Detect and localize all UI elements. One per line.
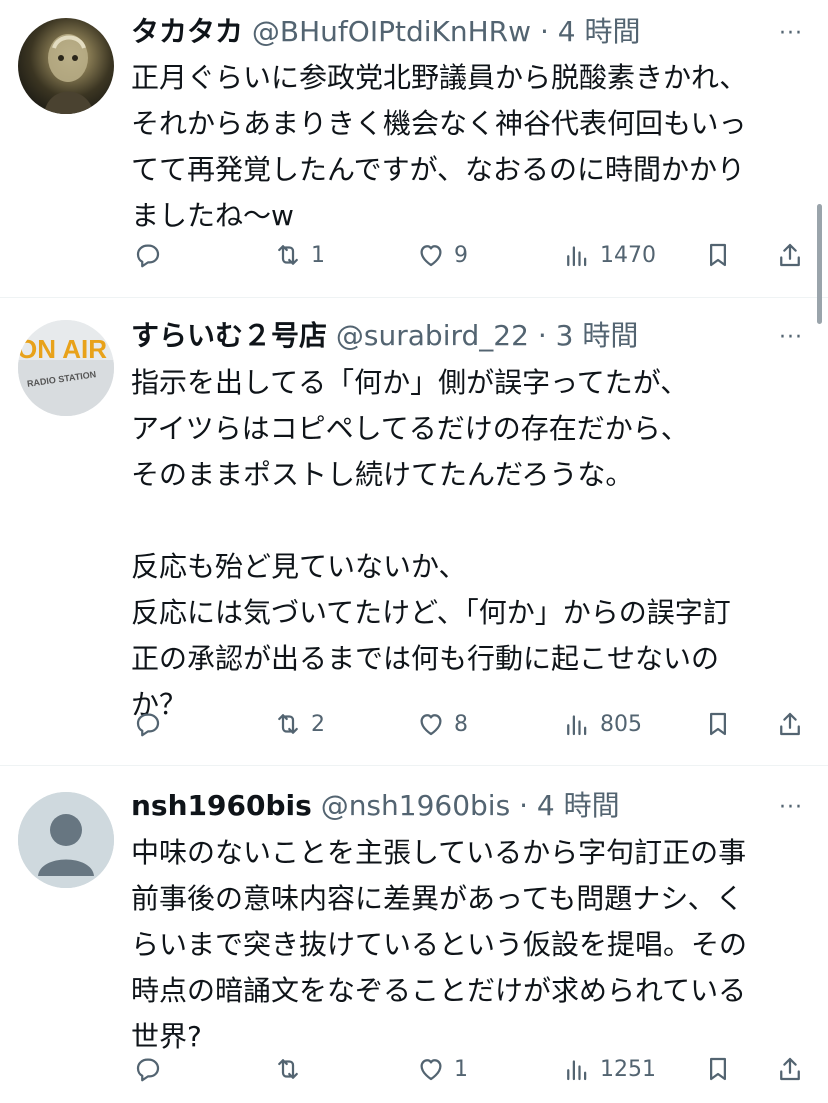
display-name[interactable]: タカタカ: [131, 15, 243, 48]
retweet-button[interactable]: [273, 1049, 311, 1089]
views-icon: [567, 1060, 587, 1081]
like-count: 1: [454, 1056, 468, 1082]
views-icon: [567, 246, 587, 267]
tweet[interactable]: ON AIR RADIO STATION すらいむ２号店 @surabird_2…: [0, 298, 828, 766]
avatar-image: [44, 34, 94, 114]
retweet-count: 2: [311, 711, 325, 737]
like-button[interactable]: 9: [416, 235, 468, 275]
heart-icon: [420, 714, 442, 736]
more-options-icon[interactable]: ···: [776, 327, 806, 349]
views-button[interactable]: 1251: [562, 1049, 656, 1089]
user-handle[interactable]: @nsh1960bis: [321, 789, 510, 822]
like-button[interactable]: 1: [416, 1049, 468, 1089]
view-count: 1470: [600, 242, 656, 268]
user-handle[interactable]: @surabird_22: [336, 319, 529, 352]
retweet-count: 1: [311, 242, 325, 268]
more-options-icon[interactable]: ···: [776, 23, 806, 45]
reply-icon: [136, 244, 160, 268]
tweet[interactable]: タカタカ @BHufOIPtdiKnHRw · 4 時間 ··· 正月ぐらいに参…: [0, 0, 828, 298]
heart-icon: [420, 245, 442, 267]
views-button[interactable]: 805: [562, 704, 642, 744]
share-icon: [780, 1057, 800, 1081]
tweet-text: 指示を出してる「何か」側が誤字ってたが、 アイツらはコピペしてるだけの存在だから…: [131, 366, 731, 721]
action-bar: 1 1251: [0, 1049, 828, 1089]
views-icon: [567, 715, 587, 736]
retweet-button[interactable]: 2: [273, 704, 325, 744]
display-name[interactable]: nsh1960bis: [131, 789, 312, 822]
separator-dot: ·: [519, 789, 528, 822]
action-bar: 2 8 805: [0, 704, 828, 744]
separator-dot: ·: [539, 15, 549, 48]
separator-dot: ·: [537, 319, 547, 352]
reply-button[interactable]: [133, 704, 171, 744]
retweet-button[interactable]: 1: [273, 235, 325, 275]
timestamp[interactable]: 4 時間: [558, 15, 641, 48]
tweet[interactable]: nsh1960bis @nsh1960bis · 4 時間 ··· 中味のないこ…: [0, 766, 828, 1103]
view-count: 805: [600, 711, 642, 737]
scrollbar[interactable]: [817, 204, 822, 324]
reply-button[interactable]: [133, 1049, 171, 1089]
more-options-icon[interactable]: ···: [776, 797, 806, 819]
bookmark-button[interactable]: [703, 704, 733, 744]
like-count: 8: [454, 711, 468, 737]
share-button[interactable]: [775, 704, 805, 744]
retweet-icon: [278, 245, 298, 265]
tweet-header: すらいむ２号店 @surabird_22 · 3 時間: [131, 316, 768, 356]
default-profile-icon: [18, 792, 114, 888]
tweet-header: タカタカ @BHufOIPtdiKnHRw · 4 時間: [131, 12, 768, 52]
like-button[interactable]: 8: [416, 704, 468, 744]
bookmark-icon: [710, 712, 726, 736]
avatar-logo-text: ON AIR: [18, 334, 107, 364]
like-count: 9: [454, 242, 468, 268]
reply-icon: [136, 1058, 160, 1082]
user-handle[interactable]: @BHufOIPtdiKnHRw: [252, 15, 531, 48]
avatar[interactable]: [18, 18, 114, 114]
tweet-text: 中味のないことを主張しているから字句訂正の事 前事後の意味内容に差異があっても問…: [131, 836, 748, 1053]
heart-icon: [420, 1059, 442, 1081]
timestamp[interactable]: 3 時間: [556, 319, 639, 352]
views-button[interactable]: 1470: [562, 235, 656, 275]
share-button[interactable]: [775, 235, 805, 275]
share-icon: [780, 243, 800, 267]
bookmark-button[interactable]: [703, 1049, 733, 1089]
timestamp[interactable]: 4 時間: [537, 789, 620, 822]
display-name[interactable]: すらいむ２号店: [131, 319, 327, 352]
reply-button[interactable]: [133, 235, 171, 275]
view-count: 1251: [600, 1056, 656, 1082]
avatar-image: ON AIR RADIO STATION: [18, 320, 114, 416]
bookmark-icon: [710, 243, 726, 267]
bookmark-icon: [710, 1057, 726, 1081]
share-icon: [780, 712, 800, 736]
tweet-text: 正月ぐらいに参政党北野議員から脱酸素きかれ、 それからあまりきく機会なく神谷代表…: [131, 61, 748, 232]
retweet-icon: [278, 1059, 298, 1079]
avatar[interactable]: [18, 792, 114, 888]
share-button[interactable]: [775, 1049, 805, 1089]
bookmark-button[interactable]: [703, 235, 733, 275]
action-bar: 1 9 1470: [0, 235, 828, 275]
retweet-icon: [278, 714, 298, 734]
avatar[interactable]: ON AIR RADIO STATION: [18, 320, 114, 416]
reply-icon: [136, 713, 160, 737]
tweet-header: nsh1960bis @nsh1960bis · 4 時間: [131, 786, 768, 826]
